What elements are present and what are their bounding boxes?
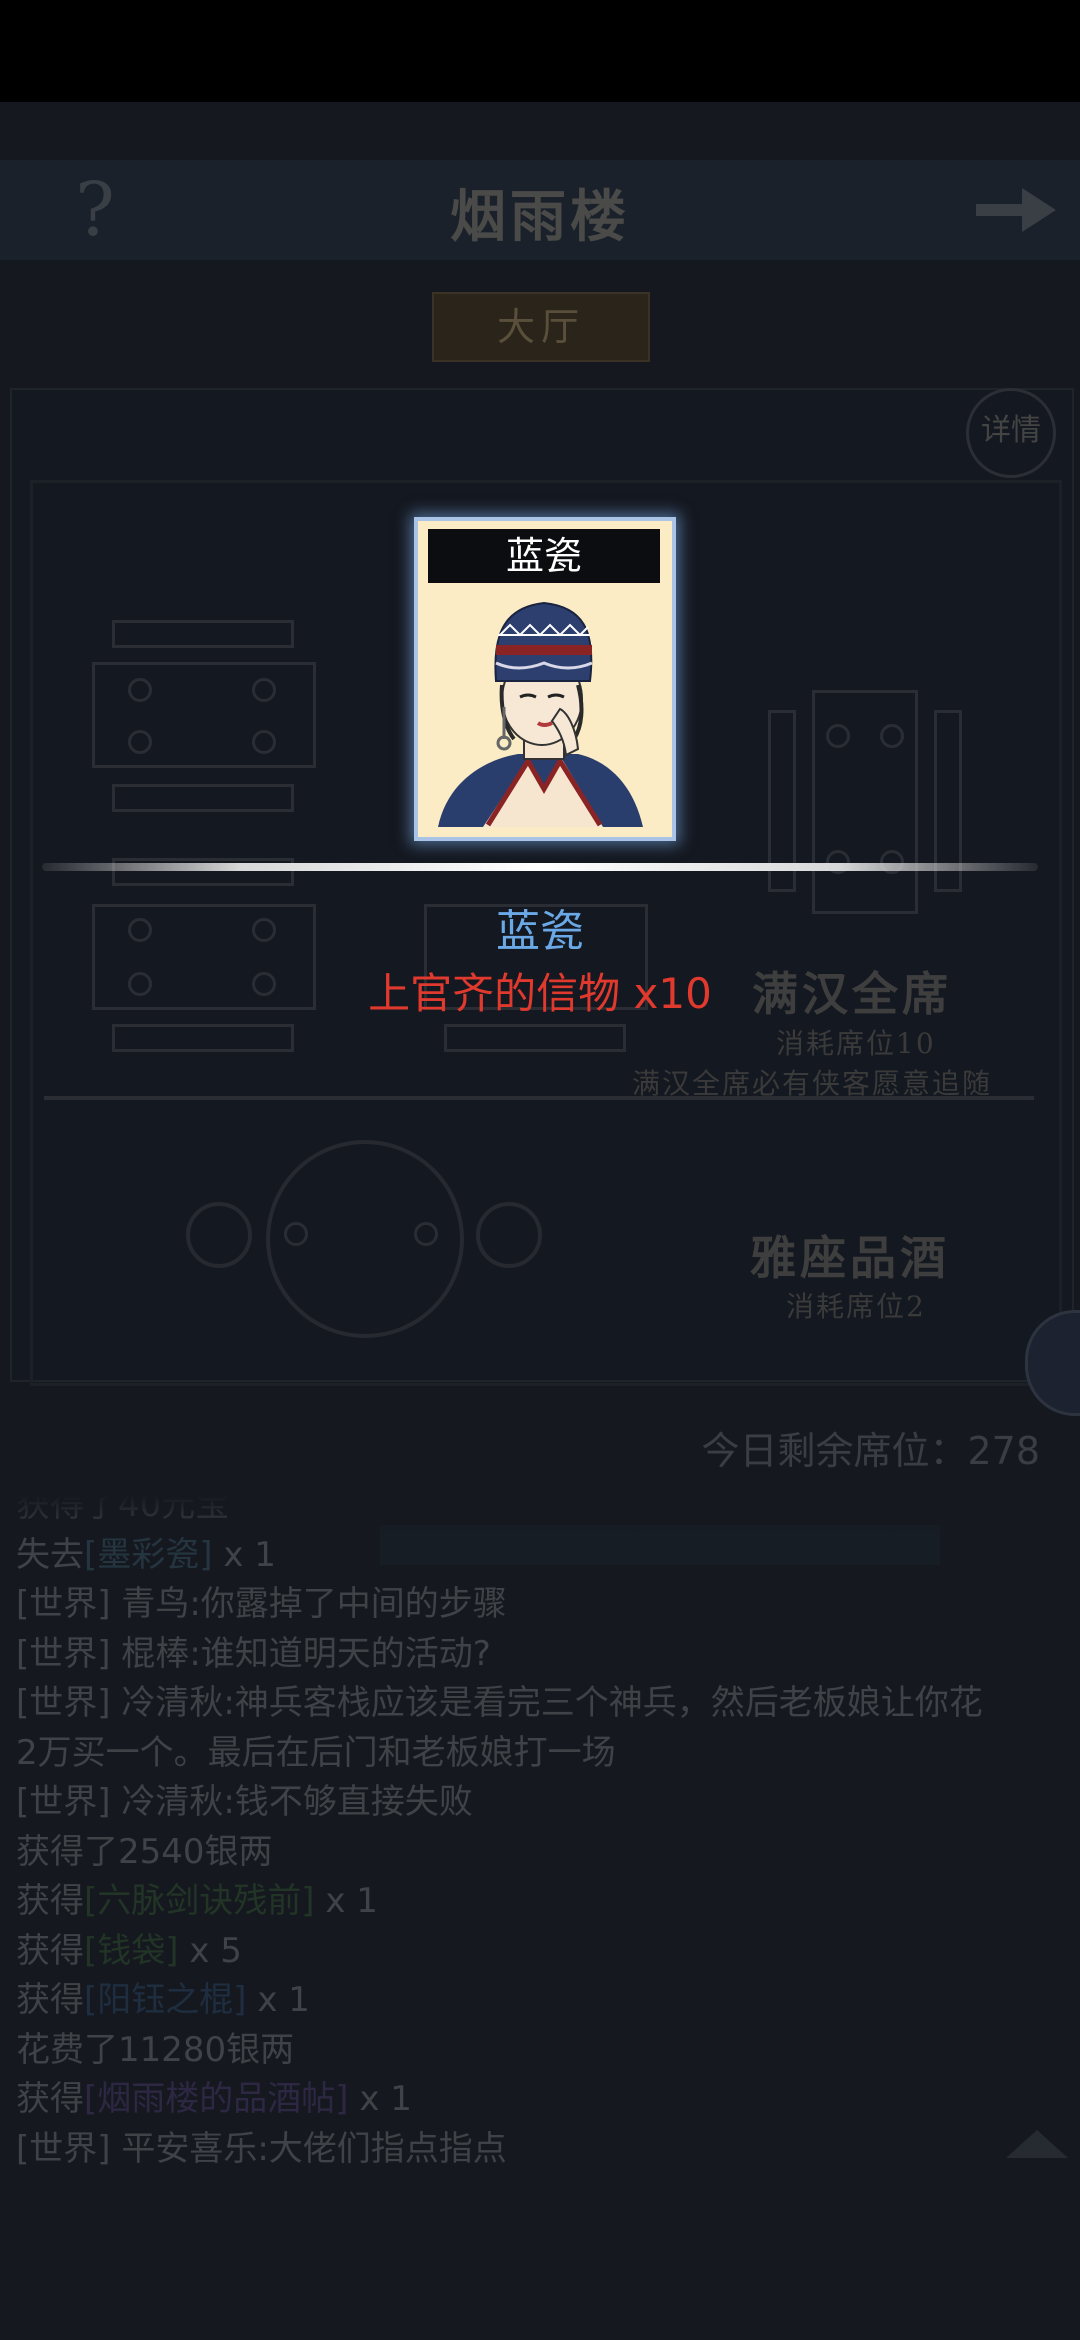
log-text: 获得	[16, 1930, 84, 1971]
tab-hall[interactable]: 大厅	[432, 292, 650, 362]
log-fade	[0, 1495, 1080, 1535]
reward-divider	[42, 863, 1038, 871]
log-count: x 1	[348, 2079, 412, 2119]
log-line: 2万买一个。最后在后门和老板娘打一场	[16, 1732, 616, 1773]
seat-option-cost: 消耗席位2	[786, 1290, 926, 1323]
seat-dot	[826, 724, 850, 748]
bench	[112, 784, 294, 812]
log-count: x 1	[246, 1980, 310, 2020]
message-log[interactable]: 获得了40元宝失去[墨彩瓷] x 1[世界] 青鸟:你露掉了中间的步骤[世界] …	[0, 1495, 1080, 2175]
stool	[186, 1202, 252, 1268]
log-line: 花费了11280银两	[16, 2029, 295, 2070]
seat-option-title[interactable]: 雅座品酒	[750, 1222, 950, 1288]
log-line: [世界] 平安喜乐:大佬们指点指点	[16, 2128, 507, 2169]
log-count: x 1	[314, 1881, 378, 1921]
log-text: 获得	[16, 2079, 84, 2119]
header-bar: ? 烟雨楼	[0, 160, 1080, 262]
portrait-illustration	[428, 589, 660, 827]
log-item-link[interactable]: [钱袋]	[84, 1931, 179, 1971]
log-item-link[interactable]: [烟雨楼的品酒帖]	[84, 2079, 349, 2119]
reward-card[interactable]: 蓝瓷	[414, 517, 676, 841]
remaining-seats: 今日剩余席位：278	[701, 1429, 1040, 1473]
log-item-link[interactable]: [阳钰之棍]	[84, 1980, 247, 2020]
bottom-area	[0, 2175, 1080, 2340]
status-bar	[0, 0, 1080, 102]
log-count: x 5	[178, 1930, 242, 1971]
seat-option-cost: 消耗席位10	[776, 1027, 936, 1060]
bench	[444, 1024, 626, 1052]
seat-dot	[414, 1222, 438, 1246]
detail-button[interactable]: 详情	[966, 388, 1056, 478]
log-line: 获得了2540银两	[16, 1831, 273, 1872]
divider	[44, 1096, 1034, 1100]
log-line: 获得[六脉剑诀残前] x 1	[0, 1877, 1080, 1927]
stool	[476, 1202, 542, 1268]
log-text: 获得	[16, 1881, 84, 1921]
reward-name: 蓝瓷	[496, 906, 584, 957]
log-count: x 1	[212, 1534, 276, 1575]
card-name: 蓝瓷	[428, 529, 660, 583]
log-line: [世界] 冷清秋:钱不够直接失败	[16, 1782, 473, 1822]
seat-dot	[284, 1222, 308, 1246]
page-title: 烟雨楼	[450, 184, 630, 250]
seat-dot	[128, 678, 152, 702]
log-line: 获得[钱袋] x 5	[0, 1927, 1080, 1977]
log-item-link[interactable]: [六脉剑诀残前]	[84, 1881, 315, 1921]
log-item-link[interactable]: [墨彩瓷]	[84, 1535, 213, 1575]
arrow-right-icon[interactable]	[972, 180, 1058, 240]
seat-dot	[128, 730, 152, 754]
log-text: 失去	[16, 1534, 84, 1575]
log-line: 获得[烟雨楼的品酒帖] x 1	[0, 2075, 1080, 2125]
table[interactable]	[92, 662, 316, 768]
log-line: 获得[阳钰之棍] x 1	[0, 1976, 1080, 2026]
chevron-up-icon[interactable]	[1002, 2126, 1072, 2162]
seat-dot	[880, 724, 904, 748]
log-line: [世界] 青鸟:你露掉了中间的步骤	[16, 1584, 507, 1624]
bench	[112, 1024, 294, 1052]
seat-dot	[252, 678, 276, 702]
log-text: 获得	[16, 1980, 84, 2020]
bench	[112, 620, 294, 648]
log-line: [世界] 冷清秋:神兵客栈应该是看完三个神兵，然后老板娘让你花	[16, 1683, 983, 1723]
log-line: [世界] 棍棒:谁知道明天的活动?	[16, 1633, 491, 1674]
seat-dot	[252, 730, 276, 754]
table[interactable]	[812, 690, 918, 914]
reward-item: 上官齐的信物 x10	[368, 969, 712, 1018]
